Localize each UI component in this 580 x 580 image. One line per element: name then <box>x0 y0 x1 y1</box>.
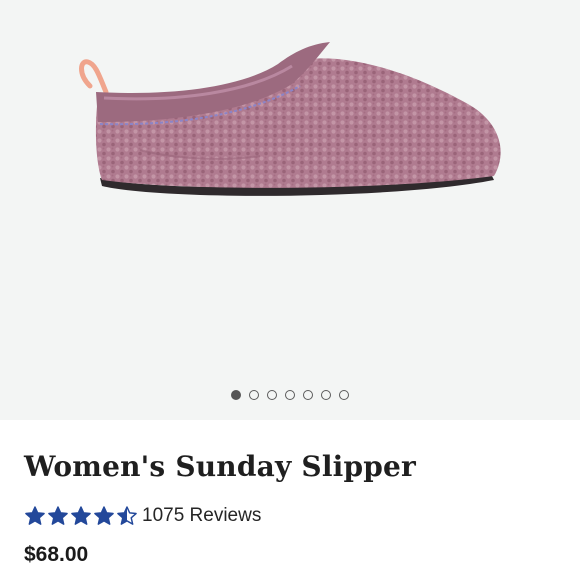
product-title: Women's Sunday Slipper <box>24 450 417 483</box>
carousel-dot[interactable] <box>285 390 295 400</box>
carousel-dot[interactable] <box>249 390 259 400</box>
carousel-dot[interactable] <box>267 390 277 400</box>
reviews-link[interactable]: 1075 Reviews <box>142 505 261 527</box>
star-full-icon <box>48 506 68 525</box>
carousel-dots <box>0 386 580 404</box>
product-page: Women's Sunday Slipper 1075 Reviews $68.… <box>0 0 580 580</box>
star-half-icon <box>117 506 137 525</box>
carousel-dot[interactable] <box>339 390 349 400</box>
carousel-dot[interactable] <box>321 390 331 400</box>
slipper-image <box>79 42 501 196</box>
product-image-gallery[interactable] <box>0 0 580 420</box>
product-price: $68.00 <box>24 543 89 566</box>
star-full-icon <box>94 506 114 525</box>
star-full-icon <box>25 506 45 525</box>
carousel-dot[interactable] <box>231 390 241 400</box>
rating-row: 1075 Reviews <box>24 503 261 529</box>
carousel-dot[interactable] <box>303 390 313 400</box>
rating-stars <box>24 505 138 527</box>
star-full-icon <box>71 506 91 525</box>
